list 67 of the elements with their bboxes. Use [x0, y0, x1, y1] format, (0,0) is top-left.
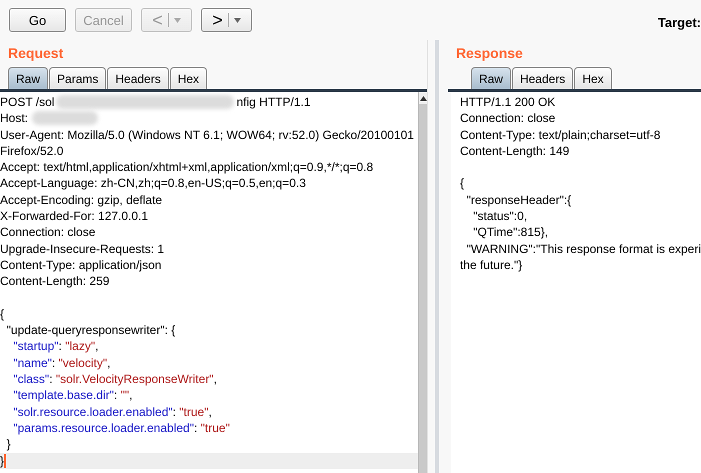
- code-text: Host:: [0, 110, 28, 127]
- code-text: "QTime":815},: [472, 224, 548, 241]
- code-text: "true": [200, 420, 230, 436]
- dropdown-caret-icon[interactable]: [234, 18, 241, 22]
- code-text: Firefox/52.0: [0, 142, 64, 160]
- code-text: :: [194, 420, 198, 436]
- text-caret: [4, 454, 6, 468]
- tab[interactable]: Raw: [8, 67, 48, 89]
- code-text: nfig HTTP/1.1: [236, 94, 310, 110]
- code-text: "true": [179, 404, 208, 420]
- panel-title: Request: [7, 44, 64, 63]
- text-editor[interactable]: [0, 92, 428, 473]
- code-text: Content-Length: 259: [0, 273, 110, 290]
- code-text: :: [58, 338, 63, 355]
- code-text: ,: [107, 354, 110, 372]
- tab[interactable]: Hex: [574, 67, 612, 89]
- code-text: Accept-Encoding: gzip, deflate: [0, 192, 162, 208]
- code-text: "": [120, 387, 130, 404]
- code-text: Content-Length: 149: [460, 142, 570, 160]
- code-text: Connection: close: [460, 110, 556, 127]
- code-text: User-Agent: Mozilla/5.0 (Windows NT 6.1; WOW64; rv:52.0) Gecko/20100101: [0, 126, 414, 143]
- code-text: Accept: text/html,application/xhtml+xml,application/xml;q=0.9,*/*;q=0.8: [0, 159, 374, 176]
- code-text: "velocity": [58, 354, 108, 372]
- code-text: :: [172, 404, 177, 420]
- code-text: Content-Type: text/plain;charset=utf-8: [460, 126, 660, 143]
- panel-title: Response: [454, 44, 524, 63]
- go-button[interactable]: Go: [9, 8, 66, 32]
- code-text: "WARNING":"This response format is experi: [466, 240, 701, 257]
- code-text: "solr.VelocityResponseWriter": [56, 371, 214, 388]
- code-text: HTTP/1.1 200 OK: [460, 94, 556, 110]
- code-text: Connection: close: [0, 224, 96, 241]
- code-text: ,: [214, 371, 217, 388]
- code-text: }: [6, 436, 11, 453]
- code-text: X-Forwarded-For: 127.0.0.1: [0, 208, 148, 224]
- code-text: "lazy": [65, 338, 96, 355]
- code-text: ,: [208, 404, 212, 420]
- code-text: "params.resource.loader.enabled": [12, 420, 194, 436]
- tab[interactable]: Params: [49, 67, 106, 89]
- tab[interactable]: Headers: [512, 67, 574, 89]
- forward-button[interactable]: >: [201, 8, 252, 32]
- code-text: "class": [12, 371, 50, 388]
- code-text: :: [114, 387, 118, 404]
- code-text: ,: [95, 338, 98, 355]
- code-text: "startup": [12, 338, 59, 355]
- blurred-patch: [32, 111, 98, 126]
- code-text: Content-Type: application/json: [0, 256, 162, 274]
- tab[interactable]: Headers: [107, 67, 169, 89]
- code-text: "update-queryresponsewriter": {: [6, 322, 176, 338]
- target-label: Target:: [658, 14, 701, 30]
- code-text: "template.base.dir": [12, 387, 114, 404]
- code-text: {: [0, 306, 4, 322]
- tab[interactable]: Raw: [470, 67, 511, 89]
- code-text: "responseHeader":{: [466, 192, 572, 208]
- tab[interactable]: Hex: [170, 67, 208, 89]
- code-text: }: [0, 452, 4, 469]
- code-text: {: [460, 175, 464, 192]
- code-text: the future."}: [460, 256, 522, 274]
- code-text: Upgrade-Insecure-Requests: 1: [0, 240, 164, 257]
- code-text: Accept-Language: zh-CN,zh;q=0.8,en-US;q=0.5,en;q=0.3: [0, 175, 306, 192]
- code-text: POST /sol: [0, 94, 54, 110]
- text-editor[interactable]: HTTP/1.1 200 OK Connection: close Content-Type: text/plain;charset=utf-8 Content-Length: 149 { "responseHeader":{ "status":0, "QTime":815}, "WARNING":"This response format is experi the future."}: [450, 92, 701, 473]
- code-text: "status":0,: [472, 208, 528, 224]
- code-text: ,: [129, 387, 132, 404]
- code-text: :: [49, 371, 54, 388]
- code-text: :: [52, 354, 56, 372]
- code-text: "name": [12, 354, 52, 372]
- code-text: "solr.resource.loader.enabled": [12, 404, 173, 420]
